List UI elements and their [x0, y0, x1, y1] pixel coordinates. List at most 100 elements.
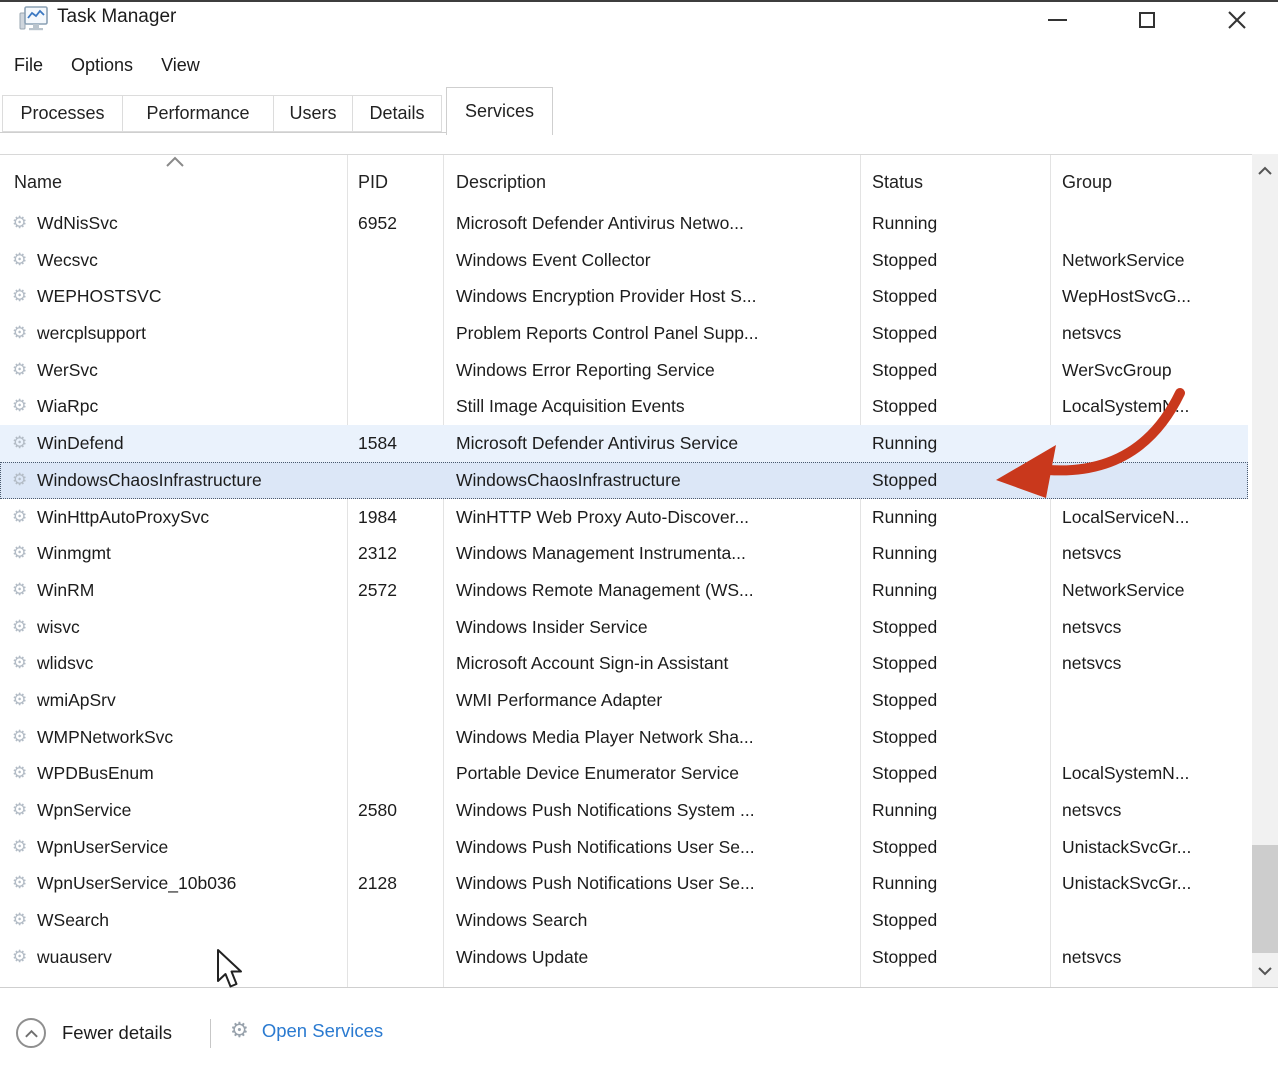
service-name-cell: ⚙ wercplsupport	[0, 315, 347, 352]
service-name-cell: ⚙ wlidsvc	[0, 645, 347, 682]
table-row[interactable]: ⚙ WerSvc Windows Error Reporting Service…	[0, 352, 1248, 389]
menu-view[interactable]: View	[161, 55, 200, 76]
service-pid-cell	[347, 278, 443, 315]
table-row[interactable]: ⚙ wuauserv Windows Update Stopped netsvc…	[0, 939, 1248, 976]
fewer-details-button[interactable]: Fewer details	[16, 1018, 172, 1048]
service-name: wmiApSrv	[37, 682, 116, 719]
menu-bar: File Options View	[14, 48, 228, 82]
column-header-name[interactable]: Name	[14, 160, 334, 205]
service-gear-icon: ⚙	[12, 315, 37, 352]
service-pid-cell	[347, 719, 443, 756]
service-status-cell: Stopped	[860, 242, 1050, 279]
service-gear-icon: ⚙	[12, 719, 37, 756]
service-gear-icon: ⚙	[12, 792, 37, 829]
service-group-cell	[1050, 462, 1248, 499]
service-pid-cell	[347, 755, 443, 792]
table-row[interactable]: ⚙ WpnUserService Windows Push Notificati…	[0, 829, 1248, 866]
chevron-up-circle-icon	[16, 1018, 46, 1048]
service-pid-cell	[347, 462, 443, 499]
table-row[interactable]: ⚙ Wecsvc Windows Event Collector Stopped…	[0, 242, 1248, 279]
service-pid-cell	[347, 609, 443, 646]
tab-users[interactable]: Users	[273, 95, 353, 132]
service-name: WinHttpAutoProxySvc	[37, 499, 209, 536]
table-row[interactable]: ⚙ wmiApSrv WMI Performance Adapter Stopp…	[0, 682, 1248, 719]
table-row[interactable]: ⚙ WEPHOSTSVC Windows Encryption Provider…	[0, 278, 1248, 315]
table-row[interactable]: ⚙ Winmgmt 2312 Windows Management Instru…	[0, 535, 1248, 572]
service-pid-cell	[347, 682, 443, 719]
close-icon	[1227, 10, 1247, 30]
service-group-cell: WerSvcGroup	[1050, 352, 1248, 389]
service-name-cell: ⚙ Winmgmt	[0, 535, 347, 572]
table-row[interactable]: ⚙ WpnUserService_10b036 2128 Windows Pus…	[0, 865, 1248, 902]
tab-details[interactable]: Details	[352, 95, 442, 132]
service-group-cell: WepHostSvcG...	[1050, 278, 1248, 315]
table-row[interactable]: ⚙ WSearch Windows Search Stopped	[0, 902, 1248, 939]
service-status-cell: Running	[860, 792, 1050, 829]
table-row[interactable]: ⚙ wlidsvc Microsoft Account Sign-in Assi…	[0, 645, 1248, 682]
service-description-cell: Windows Search	[443, 902, 860, 939]
maximize-icon	[1139, 12, 1155, 28]
service-gear-icon: ⚙	[12, 865, 37, 902]
service-name-cell: ⚙ WEPHOSTSVC	[0, 278, 347, 315]
service-description-cell: Windows Encryption Provider Host S...	[443, 278, 860, 315]
menu-options[interactable]: Options	[71, 55, 133, 76]
service-description-cell: Windows Remote Management (WS...	[443, 572, 860, 609]
table-row[interactable]: ⚙ wisvc Windows Insider Service Stopped …	[0, 609, 1248, 646]
service-description-cell: Windows Push Notifications User Se...	[443, 829, 860, 866]
service-name-cell: ⚙ WpnUserService	[0, 829, 347, 866]
service-description-cell: Still Image Acquisition Events	[443, 388, 860, 425]
service-gear-icon: ⚙	[12, 499, 37, 536]
vertical-scrollbar[interactable]	[1252, 154, 1278, 987]
service-pid-cell	[347, 902, 443, 939]
table-row[interactable]: ⚙ WindowsChaosInfrastructure WindowsChao…	[0, 462, 1248, 499]
table-row[interactable]: ⚙ WinDefend 1584 Microsoft Defender Anti…	[0, 425, 1248, 462]
footer-divider	[210, 1019, 211, 1048]
minimize-icon	[1048, 19, 1067, 21]
tab-baseline	[0, 132, 447, 133]
scroll-down-button[interactable]	[1252, 955, 1278, 987]
service-group-cell: NetworkService	[1050, 242, 1248, 279]
service-name-cell: ⚙ Wecsvc	[0, 242, 347, 279]
services-table-body: ⚙ WdNisSvc 6952 Microsoft Defender Antiv…	[0, 205, 1248, 975]
menu-file[interactable]: File	[14, 55, 43, 76]
service-description-cell: Windows Update	[443, 939, 860, 976]
maximize-button[interactable]	[1120, 2, 1174, 38]
table-row[interactable]: ⚙ WpnService 2580 Windows Push Notificat…	[0, 792, 1248, 829]
service-description-cell: Microsoft Defender Antivirus Netwo...	[443, 205, 860, 242]
column-header-status[interactable]: Status	[872, 160, 1042, 205]
scroll-up-button[interactable]	[1252, 154, 1278, 186]
column-header-pid[interactable]: PID	[358, 160, 438, 205]
table-row[interactable]: ⚙ WiaRpc Still Image Acquisition Events …	[0, 388, 1248, 425]
service-name-cell: ⚙ WPDBusEnum	[0, 755, 347, 792]
table-row[interactable]: ⚙ WMPNetworkSvc Windows Media Player Net…	[0, 719, 1248, 756]
column-header-description[interactable]: Description	[456, 160, 846, 205]
service-description-cell: Windows Insider Service	[443, 609, 860, 646]
close-button[interactable]	[1210, 2, 1264, 38]
scrollbar-thumb[interactable]	[1252, 845, 1278, 953]
service-group-cell: netsvcs	[1050, 315, 1248, 352]
service-description-cell: Microsoft Defender Antivirus Service	[443, 425, 860, 462]
service-status-cell: Stopped	[860, 902, 1050, 939]
tab-performance[interactable]: Performance	[122, 95, 274, 132]
service-name-cell: ⚙ WinDefend	[0, 425, 347, 462]
table-row[interactable]: ⚙ WPDBusEnum Portable Device Enumerator …	[0, 755, 1248, 792]
window-title: Task Manager	[57, 6, 176, 28]
column-header-group[interactable]: Group	[1062, 160, 1242, 205]
service-gear-icon: ⚙	[12, 425, 37, 462]
service-status-cell: Running	[860, 572, 1050, 609]
service-gear-icon: ⚙	[12, 278, 37, 315]
minimize-button[interactable]	[1030, 2, 1084, 38]
table-row[interactable]: ⚙ WinRM 2572 Windows Remote Management (…	[0, 572, 1248, 609]
service-gear-icon: ⚙	[12, 645, 37, 682]
tab-services[interactable]: Services	[446, 87, 553, 135]
table-row[interactable]: ⚙ wercplsupport Problem Reports Control …	[0, 315, 1248, 352]
service-status-cell: Stopped	[860, 278, 1050, 315]
table-top-border	[0, 154, 1278, 155]
table-row[interactable]: ⚙ WdNisSvc 6952 Microsoft Defender Antiv…	[0, 205, 1248, 242]
tab-processes[interactable]: Processes	[2, 95, 123, 132]
open-services-link[interactable]: ⚙ Open Services	[230, 1018, 383, 1043]
service-name-cell: ⚙ WpnUserService_10b036	[0, 865, 347, 902]
table-row[interactable]: ⚙ WinHttpAutoProxySvc 1984 WinHTTP Web P…	[0, 499, 1248, 536]
service-group-cell: UnistackSvcGr...	[1050, 865, 1248, 902]
service-group-cell	[1050, 902, 1248, 939]
